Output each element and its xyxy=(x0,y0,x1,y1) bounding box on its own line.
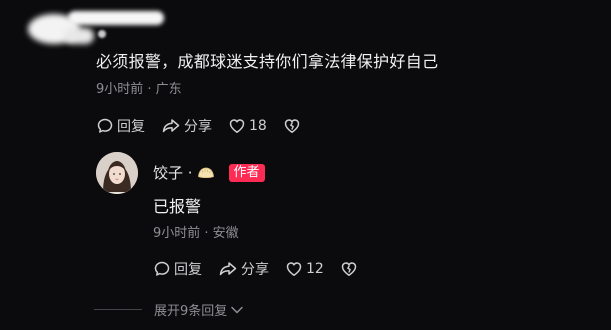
reply-author-name[interactable]: 饺子 · xyxy=(153,162,193,183)
reply-dislike-button[interactable] xyxy=(340,260,361,278)
chevron-down-icon xyxy=(231,306,244,313)
comment-meta: 9小时前 · 广东 xyxy=(96,82,182,97)
like-count: 12 xyxy=(306,261,324,277)
share-arrow-icon xyxy=(162,119,180,133)
expand-replies-label: 展开9条回复 xyxy=(154,304,228,319)
reply-author-row: 饺子 · 作者 xyxy=(153,162,265,183)
broken-heart-icon xyxy=(284,119,300,133)
share-arrow-icon xyxy=(219,262,237,276)
reply-bubble-icon xyxy=(154,261,170,276)
reply-label: 回复 xyxy=(117,119,145,135)
redacted-username xyxy=(28,8,168,48)
avatar-image xyxy=(96,152,138,194)
author-badge: 作者 xyxy=(228,163,265,182)
share-label: 分享 xyxy=(184,119,212,135)
share-label: 分享 xyxy=(241,262,269,278)
dumpling-icon xyxy=(197,167,214,179)
reply-reply-button[interactable]: 回复 xyxy=(153,259,202,279)
reply-bubble-icon xyxy=(97,118,113,133)
like-count: 18 xyxy=(249,118,267,134)
heart-icon xyxy=(229,119,245,133)
expand-divider xyxy=(94,309,142,310)
comment-text: 必须报警，成都球迷支持你们拿法律保护好自己 xyxy=(96,52,439,71)
expand-replies-button[interactable]: 展开9条回复 xyxy=(94,300,244,319)
like-button[interactable]: 18 xyxy=(228,117,267,135)
reply-button[interactable]: 回复 xyxy=(96,116,145,136)
avatar[interactable] xyxy=(96,152,138,194)
share-button[interactable]: 分享 xyxy=(161,116,212,136)
heart-icon xyxy=(286,262,302,276)
dislike-button[interactable] xyxy=(283,117,304,135)
reply-like-button[interactable]: 12 xyxy=(285,260,324,278)
reply-text: 已报警 xyxy=(153,197,202,216)
comment-actions: 回复 分享 18 xyxy=(96,116,320,136)
reply-actions: 回复 分享 12 xyxy=(153,259,377,279)
reply-meta: 9小时前 · 安徽 xyxy=(153,226,239,241)
broken-heart-icon xyxy=(341,262,357,276)
reply-share-button[interactable]: 分享 xyxy=(218,259,269,279)
reply-label: 回复 xyxy=(174,262,202,278)
